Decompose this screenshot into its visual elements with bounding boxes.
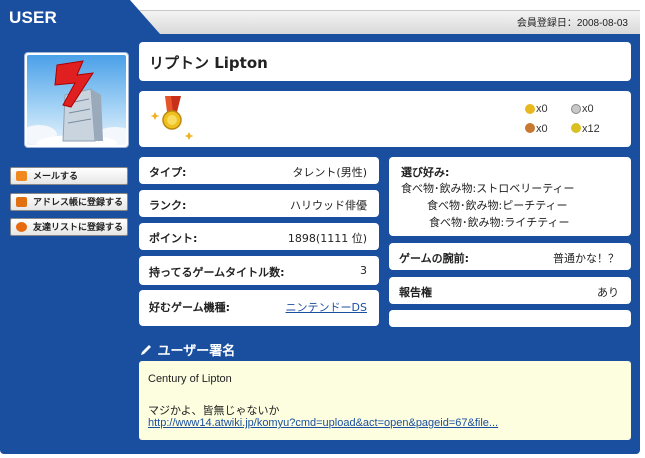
stat-titles-label: 持ってるゲームタイトル数:: [149, 266, 285, 279]
add-to-friends-label: 友達リストに登録する: [33, 222, 124, 232]
preferences-panel: 選び好み: 食べ物･飲み物:ストロベリーティー 食べ物･飲み物:ピーチティー 食…: [389, 157, 631, 236]
stat-rank-value: ハリウッド俳優: [290, 199, 367, 212]
bronze-count: x0: [536, 123, 548, 135]
header-bar: 会員登録日：2008-08-03: [130, 10, 640, 34]
stat-titles: 持ってるゲームタイトル数: 3: [139, 256, 379, 285]
game-skill-label: ゲームの腕前:: [399, 252, 470, 265]
signature-link[interactable]: http://www14.atwiki.jp/komyu?cmd=upload&…: [148, 417, 498, 429]
stat-points: ポイント: 1898(1111 位): [139, 223, 379, 250]
report-right: 報告権 あり: [389, 277, 631, 304]
stat-rank: ランク: ハリウッド俳優: [139, 190, 379, 217]
stat-points-label: ポイント:: [149, 232, 198, 245]
pen-icon: [141, 345, 151, 355]
preference-item: 食べ物･飲み物:ストロベリーティー: [401, 182, 575, 195]
stat-type-value: タレント(男性): [292, 166, 367, 179]
star-count: x12: [582, 123, 600, 135]
preference-item: 食べ物･飲み物:ピーチティー: [427, 199, 568, 212]
stat-type-label: タイプ:: [149, 166, 187, 179]
platform-link[interactable]: ニンテンドーDS: [286, 301, 367, 314]
stat-genre-value: ニンテンドーDS: [286, 299, 367, 315]
gold-medal-icon: [150, 96, 194, 140]
empty-row: [389, 310, 631, 327]
signature-heading: ユーザー署名: [139, 340, 235, 359]
registration-date: 会員登録日：2008-08-03: [516, 18, 628, 29]
add-to-address-book-label: アドレス帳に登録する: [33, 197, 124, 207]
tab-slant: [130, 0, 160, 34]
stat-genre: 好むゲーム機種: ニンテンドーDS: [139, 290, 379, 326]
gold-coin-icon: [525, 104, 535, 114]
stat-rank-label: ランク:: [149, 199, 187, 212]
stat-type: タイプ: タレント(男性): [139, 157, 379, 184]
avatar: [24, 52, 129, 148]
signature-heading-label: ユーザー署名: [157, 344, 236, 359]
send-mail-button[interactable]: メールする: [10, 167, 128, 185]
game-skill-value: 普通かな！？: [553, 252, 619, 265]
stat-points-value: 1898(1111 位): [287, 232, 367, 245]
stat-titles-value: 3: [360, 264, 367, 277]
medal-panel: x0 x0 x0 x12: [139, 91, 631, 147]
add-to-address-book-button[interactable]: アドレス帳に登録する: [10, 193, 128, 211]
preferences-title: 選び好み:: [401, 166, 450, 179]
laptop-icon: [16, 197, 27, 207]
avatar-art-icon: [27, 60, 126, 145]
gold-count: x0: [536, 103, 548, 115]
name-panel: リプトン Lipton: [139, 42, 631, 81]
signature-line: Century of Lipton: [148, 373, 232, 385]
silver-coin-icon: [571, 104, 581, 114]
silver-count: x0: [582, 103, 594, 115]
bronze-coin-icon: [525, 123, 535, 133]
user-name: リプトン Lipton: [149, 54, 268, 72]
add-to-friends-button[interactable]: 友達リストに登録する: [10, 218, 128, 236]
signature-line: マジかよ、皆無じゃないか: [148, 405, 280, 417]
game-skill: ゲームの腕前: 普通かな！？: [389, 243, 631, 270]
preference-item: 食べ物･飲み物:ライチティー: [429, 216, 570, 229]
page-title: USER PROFILE: [0, 0, 130, 63]
avatar-image: [27, 55, 126, 145]
report-right-label: 報告権: [399, 286, 432, 299]
report-right-value: あり: [597, 286, 619, 299]
stat-genre-label: 好むゲーム機種:: [149, 301, 231, 314]
person-icon: [16, 222, 27, 232]
star-coin-icon: [571, 123, 581, 133]
mail-icon: [16, 171, 27, 181]
signature-panel: Century of Lipton マジかよ、皆無じゃないか http://ww…: [139, 361, 631, 440]
send-mail-label: メールする: [33, 171, 79, 181]
